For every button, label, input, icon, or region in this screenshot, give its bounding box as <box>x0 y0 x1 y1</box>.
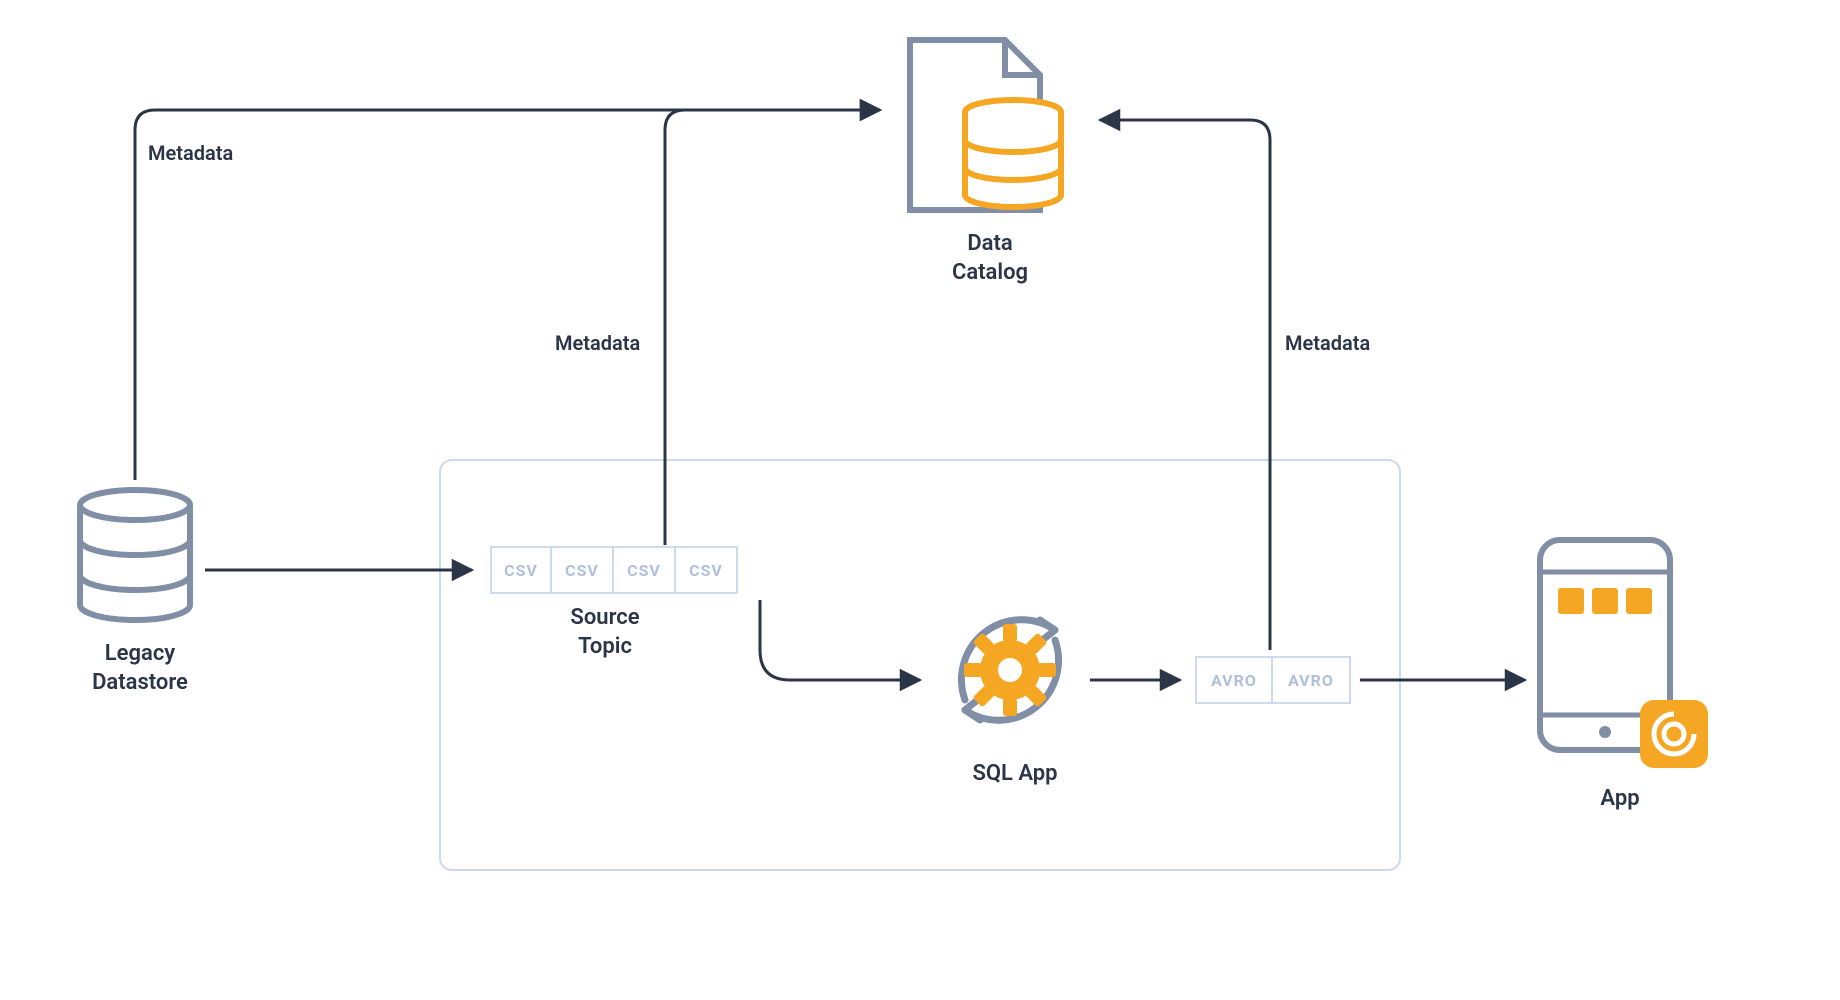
app-badge-icon <box>1640 700 1708 768</box>
avro-block: AVRO AVRO <box>1195 656 1351 704</box>
legacy-datastore-label: Legacy Datastore <box>60 640 220 697</box>
avro-cell: AVRO <box>1273 656 1351 704</box>
gear-icon <box>964 624 1056 716</box>
csv-block: CSV CSV CSV CSV <box>490 546 738 594</box>
app-label: App <box>1560 785 1680 814</box>
catalog-database-icon <box>965 100 1061 207</box>
avro-cell: AVRO <box>1195 656 1273 704</box>
source-topic-label: Source Topic <box>530 604 680 661</box>
csv-cell: CSV <box>490 546 552 594</box>
csv-cell: CSV <box>676 546 738 594</box>
data-catalog-label: Data Catalog <box>910 230 1070 287</box>
edge-label-meta-left: Metadata <box>148 140 233 166</box>
arrow-source-to-catalog <box>665 110 880 545</box>
diagram-svg <box>0 0 1840 1000</box>
sql-app-label: SQL App <box>940 760 1090 789</box>
edge-label-meta-mid: Metadata <box>555 330 640 356</box>
arrow-source-to-sqlapp <box>760 600 920 680</box>
arrow-legacy-to-catalog <box>135 110 880 480</box>
arrow-avro-to-catalog <box>1100 120 1270 650</box>
csv-cell: CSV <box>614 546 676 594</box>
database-icon <box>80 490 190 620</box>
csv-cell: CSV <box>552 546 614 594</box>
edge-label-meta-right: Metadata <box>1285 330 1370 356</box>
